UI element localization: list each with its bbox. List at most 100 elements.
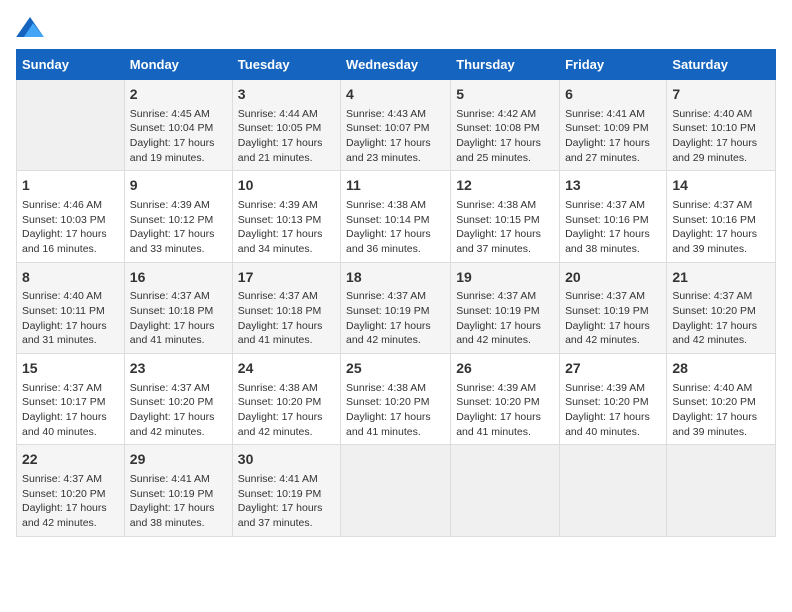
day-info: Sunrise: 4:41 AMSunset: 10:19 PMDaylight…	[238, 472, 335, 531]
day-info: Sunrise: 4:41 AMSunset: 10:19 PMDaylight…	[130, 472, 227, 531]
day-info: Sunrise: 4:37 AMSunset: 10:19 PMDaylight…	[456, 289, 554, 348]
day-info: Sunrise: 4:37 AMSunset: 10:19 PMDaylight…	[565, 289, 661, 348]
calendar-cell: 17Sunrise: 4:37 AMSunset: 10:18 PMDaylig…	[232, 262, 340, 353]
day-number: 23	[130, 359, 227, 379]
day-info: Sunrise: 4:43 AMSunset: 10:07 PMDaylight…	[346, 107, 445, 166]
day-info: Sunrise: 4:37 AMSunset: 10:19 PMDaylight…	[346, 289, 445, 348]
calendar-cell: 4Sunrise: 4:43 AMSunset: 10:07 PMDayligh…	[341, 80, 451, 171]
day-info: Sunrise: 4:38 AMSunset: 10:20 PMDaylight…	[346, 381, 445, 440]
calendar-cell: 3Sunrise: 4:44 AMSunset: 10:05 PMDayligh…	[232, 80, 340, 171]
day-number: 5	[456, 85, 554, 105]
calendar-cell: 6Sunrise: 4:41 AMSunset: 10:09 PMDayligh…	[560, 80, 667, 171]
calendar-row: 1Sunrise: 4:46 AMSunset: 10:03 PMDayligh…	[17, 171, 776, 262]
weekday-row: SundayMondayTuesdayWednesdayThursdayFrid…	[17, 50, 776, 80]
calendar-cell: 30Sunrise: 4:41 AMSunset: 10:19 PMDaylig…	[232, 445, 340, 536]
weekday-header: Saturday	[667, 50, 776, 80]
calendar-header: SundayMondayTuesdayWednesdayThursdayFrid…	[17, 50, 776, 80]
logo-icon	[16, 17, 44, 37]
calendar-cell: 7Sunrise: 4:40 AMSunset: 10:10 PMDayligh…	[667, 80, 776, 171]
day-number: 22	[22, 450, 119, 470]
day-info: Sunrise: 4:42 AMSunset: 10:08 PMDaylight…	[456, 107, 554, 166]
day-number: 25	[346, 359, 445, 379]
calendar-cell: 18Sunrise: 4:37 AMSunset: 10:19 PMDaylig…	[341, 262, 451, 353]
day-info: Sunrise: 4:39 AMSunset: 10:20 PMDaylight…	[565, 381, 661, 440]
calendar-cell: 23Sunrise: 4:37 AMSunset: 10:20 PMDaylig…	[124, 354, 232, 445]
day-number: 13	[565, 176, 661, 196]
day-info: Sunrise: 4:40 AMSunset: 10:10 PMDaylight…	[672, 107, 770, 166]
day-number: 6	[565, 85, 661, 105]
day-info: Sunrise: 4:40 AMSunset: 10:20 PMDaylight…	[672, 381, 770, 440]
day-info: Sunrise: 4:39 AMSunset: 10:20 PMDaylight…	[456, 381, 554, 440]
calendar-cell: 5Sunrise: 4:42 AMSunset: 10:08 PMDayligh…	[451, 80, 560, 171]
day-number: 19	[456, 268, 554, 288]
day-number: 14	[672, 176, 770, 196]
day-number: 20	[565, 268, 661, 288]
calendar-cell: 28Sunrise: 4:40 AMSunset: 10:20 PMDaylig…	[667, 354, 776, 445]
day-number: 16	[130, 268, 227, 288]
day-info: Sunrise: 4:41 AMSunset: 10:09 PMDaylight…	[565, 107, 661, 166]
calendar-cell	[451, 445, 560, 536]
day-info: Sunrise: 4:39 AMSunset: 10:13 PMDaylight…	[238, 198, 335, 257]
weekday-header: Wednesday	[341, 50, 451, 80]
day-number: 2	[130, 85, 227, 105]
day-info: Sunrise: 4:39 AMSunset: 10:12 PMDaylight…	[130, 198, 227, 257]
calendar-row: 8Sunrise: 4:40 AMSunset: 10:11 PMDayligh…	[17, 262, 776, 353]
day-info: Sunrise: 4:37 AMSunset: 10:16 PMDaylight…	[565, 198, 661, 257]
calendar-cell: 20Sunrise: 4:37 AMSunset: 10:19 PMDaylig…	[560, 262, 667, 353]
day-info: Sunrise: 4:38 AMSunset: 10:15 PMDaylight…	[456, 198, 554, 257]
day-info: Sunrise: 4:37 AMSunset: 10:16 PMDaylight…	[672, 198, 770, 257]
logo	[16, 16, 48, 37]
day-info: Sunrise: 4:37 AMSunset: 10:20 PMDaylight…	[130, 381, 227, 440]
day-info: Sunrise: 4:45 AMSunset: 10:04 PMDaylight…	[130, 107, 227, 166]
calendar-cell: 22Sunrise: 4:37 AMSunset: 10:20 PMDaylig…	[17, 445, 125, 536]
calendar-cell: 27Sunrise: 4:39 AMSunset: 10:20 PMDaylig…	[560, 354, 667, 445]
day-info: Sunrise: 4:38 AMSunset: 10:14 PMDaylight…	[346, 198, 445, 257]
calendar-row: 22Sunrise: 4:37 AMSunset: 10:20 PMDaylig…	[17, 445, 776, 536]
calendar-cell: 2Sunrise: 4:45 AMSunset: 10:04 PMDayligh…	[124, 80, 232, 171]
day-info: Sunrise: 4:37 AMSunset: 10:20 PMDaylight…	[672, 289, 770, 348]
calendar-cell: 21Sunrise: 4:37 AMSunset: 10:20 PMDaylig…	[667, 262, 776, 353]
calendar-cell: 13Sunrise: 4:37 AMSunset: 10:16 PMDaylig…	[560, 171, 667, 262]
day-number: 28	[672, 359, 770, 379]
calendar-cell	[560, 445, 667, 536]
calendar-cell: 24Sunrise: 4:38 AMSunset: 10:20 PMDaylig…	[232, 354, 340, 445]
day-number: 21	[672, 268, 770, 288]
day-number: 3	[238, 85, 335, 105]
day-info: Sunrise: 4:44 AMSunset: 10:05 PMDaylight…	[238, 107, 335, 166]
calendar-cell: 19Sunrise: 4:37 AMSunset: 10:19 PMDaylig…	[451, 262, 560, 353]
day-number: 10	[238, 176, 335, 196]
calendar-cell: 9Sunrise: 4:39 AMSunset: 10:12 PMDayligh…	[124, 171, 232, 262]
weekday-header: Thursday	[451, 50, 560, 80]
day-number: 9	[130, 176, 227, 196]
weekday-header: Monday	[124, 50, 232, 80]
calendar-row: 2Sunrise: 4:45 AMSunset: 10:04 PMDayligh…	[17, 80, 776, 171]
calendar-cell: 10Sunrise: 4:39 AMSunset: 10:13 PMDaylig…	[232, 171, 340, 262]
calendar-cell: 8Sunrise: 4:40 AMSunset: 10:11 PMDayligh…	[17, 262, 125, 353]
day-number: 11	[346, 176, 445, 196]
calendar-body: 2Sunrise: 4:45 AMSunset: 10:04 PMDayligh…	[17, 80, 776, 537]
day-info: Sunrise: 4:37 AMSunset: 10:17 PMDaylight…	[22, 381, 119, 440]
calendar-row: 15Sunrise: 4:37 AMSunset: 10:17 PMDaylig…	[17, 354, 776, 445]
weekday-header: Friday	[560, 50, 667, 80]
day-number: 24	[238, 359, 335, 379]
day-number: 15	[22, 359, 119, 379]
day-number: 4	[346, 85, 445, 105]
day-number: 26	[456, 359, 554, 379]
day-number: 29	[130, 450, 227, 470]
calendar-cell: 14Sunrise: 4:37 AMSunset: 10:16 PMDaylig…	[667, 171, 776, 262]
calendar-cell	[341, 445, 451, 536]
calendar-cell: 16Sunrise: 4:37 AMSunset: 10:18 PMDaylig…	[124, 262, 232, 353]
day-info: Sunrise: 4:37 AMSunset: 10:18 PMDaylight…	[238, 289, 335, 348]
calendar-cell	[17, 80, 125, 171]
calendar-cell: 1Sunrise: 4:46 AMSunset: 10:03 PMDayligh…	[17, 171, 125, 262]
day-number: 12	[456, 176, 554, 196]
calendar-cell: 11Sunrise: 4:38 AMSunset: 10:14 PMDaylig…	[341, 171, 451, 262]
day-number: 27	[565, 359, 661, 379]
weekday-header: Tuesday	[232, 50, 340, 80]
weekday-header: Sunday	[17, 50, 125, 80]
calendar-cell: 26Sunrise: 4:39 AMSunset: 10:20 PMDaylig…	[451, 354, 560, 445]
day-number: 1	[22, 176, 119, 196]
day-number: 30	[238, 450, 335, 470]
calendar-cell: 12Sunrise: 4:38 AMSunset: 10:15 PMDaylig…	[451, 171, 560, 262]
calendar-table: SundayMondayTuesdayWednesdayThursdayFrid…	[16, 49, 776, 537]
